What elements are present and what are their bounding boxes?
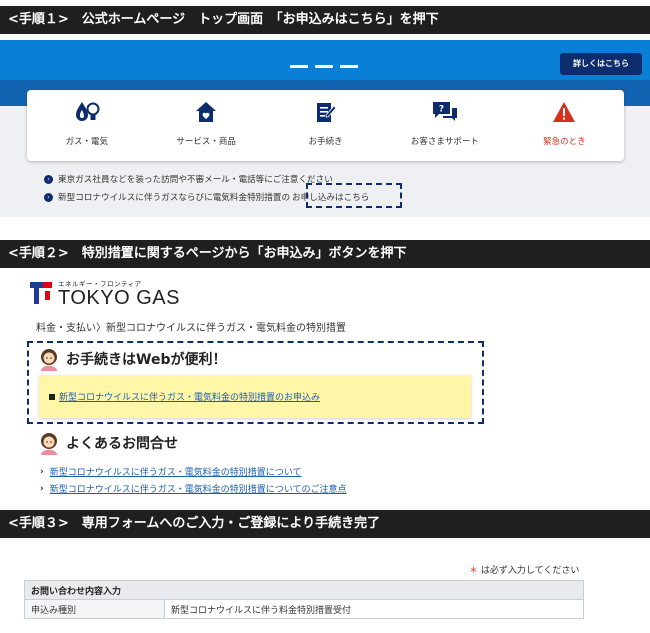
nav-item-services[interactable]: サービス・商品: [146, 90, 265, 161]
faq-heading: よくあるお問合せ: [38, 431, 178, 455]
document-pen-icon: [312, 99, 340, 125]
logo-text: TOKYO GAS: [58, 287, 180, 309]
breadcrumb: 料金・支払い〉新型コロナウイルスに伴うガス・電気料金の特別措置: [36, 323, 346, 334]
nav-item-procedures[interactable]: お手続き: [266, 90, 385, 161]
form-field-label: 申込み種別: [24, 599, 165, 619]
warning-icon: [550, 99, 578, 125]
heading-text: よくあるお問合せ: [66, 436, 178, 452]
nav-item-gas-electric[interactable]: ガス・電気: [27, 90, 146, 161]
form-section-title: お問い合わせ内容入力: [24, 580, 584, 600]
nav-label: サービス・商品: [176, 137, 236, 147]
table-row: 申込み種別 新型コロナウイルスに伴う料金特別措置受付: [24, 599, 584, 619]
nav-label: お客さまサポート: [410, 137, 479, 147]
notice-text: 東京ガス社員などを装った訪問や不審メール・電話等にご注意ください: [58, 175, 333, 185]
nav-item-emergency[interactable]: 緊急のとき: [505, 90, 624, 161]
highlight-frame: [306, 183, 402, 208]
inquiry-form-table: お問い合わせ内容入力 申込み種別 新型コロナウイルスに伴う料金特別措置受付: [24, 580, 584, 619]
chevron-right-icon: ›: [40, 483, 44, 494]
nav-item-support[interactable]: ? お客さまサポート: [385, 90, 504, 161]
hero-banner: [0, 40, 650, 80]
step-1-header: <手順１> 公式ホームページ トップ画面 「お申込みはこちら」を押下: [0, 6, 650, 34]
special-measure-page-screenshot: エネルギー・フロンティア TOKYO GAS 料金・支払い〉新型コロナウイルスに…: [0, 268, 650, 508]
nav-label: ガス・電気: [65, 137, 108, 147]
main-nav-card: ガス・電気 サービス・商品 お手続き ? お客さまサポート 緊急のとき: [27, 90, 624, 161]
flame-bulb-icon: [73, 99, 101, 125]
required-star: ＊: [469, 566, 479, 576]
faq-link-list: › 新型コロナウイルスに伴うガス・電気料金の特別措置について › 新型コロナウイ…: [40, 463, 346, 497]
staff-avatar-icon: [41, 433, 57, 455]
faq-link-item[interactable]: › 新型コロナウイルスに伴うガス・電気料金の特別措置について: [40, 463, 346, 480]
faq-link[interactable]: 新型コロナウイルスに伴うガス・電気料金の特別措置について: [50, 465, 302, 478]
chat-question-icon: ?: [431, 99, 459, 125]
notice-text: 新型コロナウイルスに伴うガスならびに電気料金特別措置の: [58, 193, 291, 203]
carousel-dot[interactable]: [340, 65, 358, 68]
highlight-frame: [27, 341, 484, 424]
chevron-right-icon: ›: [44, 174, 53, 184]
chevron-right-icon: ›: [40, 466, 44, 477]
carousel-indicators[interactable]: [290, 65, 358, 68]
nav-label: お手続き: [308, 137, 343, 147]
tokyo-gas-logo-mark: [30, 282, 52, 304]
required-note: ＊ は必ず入力してください: [469, 563, 579, 576]
form-field-value[interactable]: 新型コロナウイルスに伴う料金特別措置受付: [164, 599, 584, 619]
faq-link-item[interactable]: › 新型コロナウイルスに伴うガス・電気料金の特別措置についてのご注意点: [40, 480, 346, 497]
step-2-header: <手順２> 特別措置に関するページから「お申込み」ボタンを押下: [0, 240, 650, 268]
house-heart-icon: [192, 99, 220, 125]
svg-text:?: ?: [439, 105, 444, 115]
required-note-text: は必ず入力してください: [480, 566, 580, 576]
carousel-dot[interactable]: [290, 65, 308, 68]
step-3-header: <手順３> 専用フォームへのご入力・ご登録により手続き完了: [0, 510, 650, 538]
form-screenshot: ＊ は必ず入力してください お問い合わせ内容入力 申込み種別 新型コロナウイルス…: [0, 547, 650, 633]
faq-link[interactable]: 新型コロナウイルスに伴うガス・電気料金の特別措置についてのご注意点: [50, 482, 347, 495]
details-button[interactable]: 詳しくはこちら: [560, 53, 642, 75]
carousel-dot[interactable]: [315, 65, 333, 68]
chevron-right-icon: ›: [44, 192, 53, 202]
homepage-screenshot: 詳しくはこちら ガス・電気 サービス・商品 お手続き ? お客さまサポート 緊急…: [0, 40, 650, 217]
nav-label: 緊急のとき: [543, 137, 586, 147]
